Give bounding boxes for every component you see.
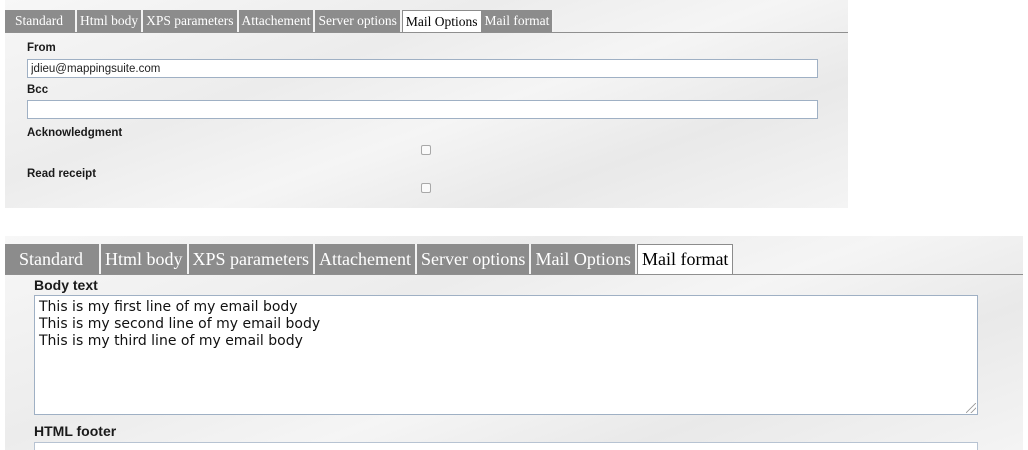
tab-mail-format[interactable]: Mail format (481, 10, 555, 32)
tab-server-options[interactable]: Server options (416, 244, 532, 274)
from-label: From (27, 42, 56, 54)
tab-bar: Standard Html body XPS parameters Attach… (5, 236, 1023, 274)
tab-xps-parameters[interactable]: XPS parameters (188, 244, 315, 274)
tab-server-options[interactable]: Server options (315, 10, 402, 32)
acknowledgment-checkbox[interactable] (421, 145, 431, 155)
tab-bar: Standard Html body XPS parameters Attach… (5, 0, 848, 32)
tab-xps-parameters[interactable]: XPS parameters (143, 10, 239, 32)
tab-html-body[interactable]: Html body (77, 10, 144, 32)
body-text-line: This is my first line of my email body (39, 299, 298, 315)
from-field[interactable] (27, 59, 818, 78)
tab-mail-options[interactable]: Mail Options (531, 244, 637, 274)
tab-attachement[interactable]: Attachement (314, 244, 417, 274)
mail-options-panel: Standard Html body XPS parameters Attach… (5, 0, 848, 208)
body-text-line: This is my second line of my email body (39, 316, 321, 332)
tab-attachement[interactable]: Attachement (238, 10, 316, 32)
body-text-line: This is my third line of my email body (39, 333, 303, 349)
tab-standard[interactable]: Standard (5, 244, 101, 274)
mail-format-panel: Standard Html body XPS parameters Attach… (5, 236, 1023, 450)
tab-mail-options[interactable]: Mail Options (401, 10, 482, 32)
read-receipt-checkbox[interactable] (421, 183, 431, 193)
resize-grip-icon[interactable] (966, 403, 976, 413)
body-text-label: Body text (34, 277, 98, 293)
tab-underline (5, 274, 1023, 275)
tab-mail-format[interactable]: Mail format (636, 244, 734, 274)
html-footer-field[interactable] (34, 442, 978, 450)
tab-underline (5, 32, 848, 33)
tab-html-body[interactable]: Html body (100, 244, 189, 274)
bcc-label: Bcc (27, 84, 49, 96)
body-text-area[interactable]: This is my first line of my email body T… (34, 295, 978, 415)
read-receipt-label: Read receipt (27, 168, 97, 180)
acknowledgment-label: Acknowledgment (27, 127, 123, 139)
bcc-field[interactable] (27, 100, 818, 119)
tab-standard[interactable]: Standard (5, 10, 77, 32)
html-footer-label: HTML footer (34, 423, 117, 439)
